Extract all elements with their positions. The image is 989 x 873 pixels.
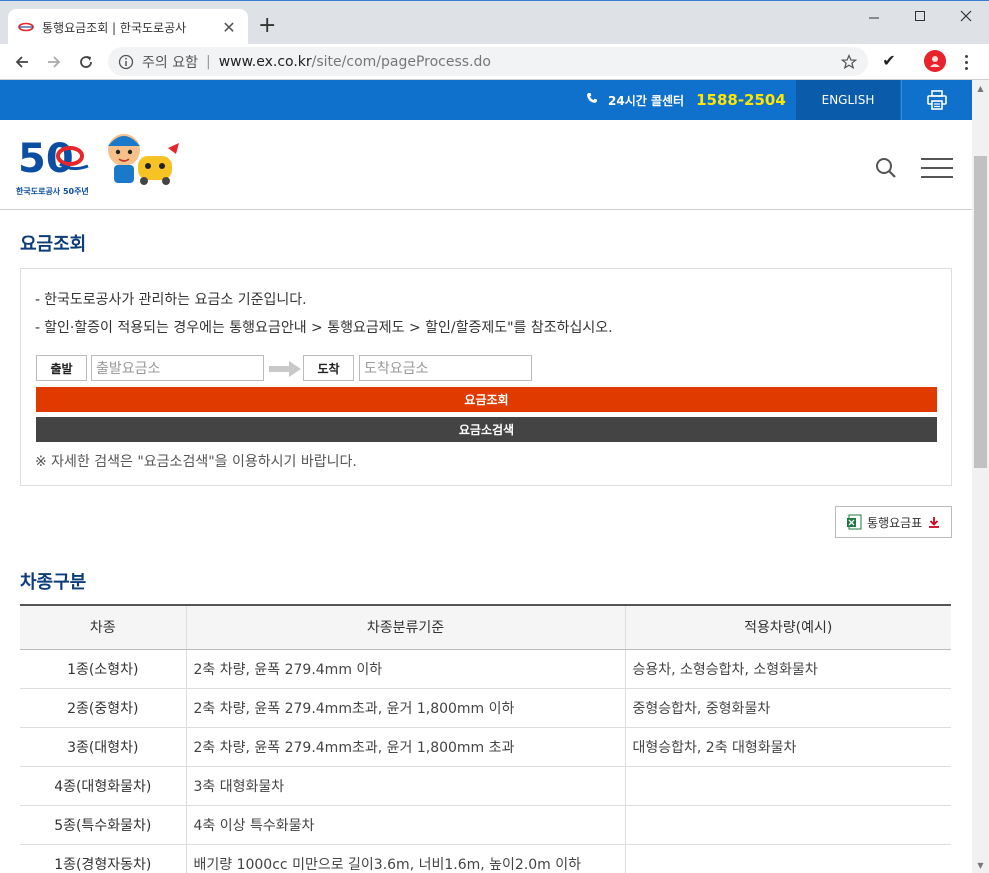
table-cell: 승용차, 소형승합차, 소형화물차 [625,649,951,689]
site-header: 50 한국도로공사 50주년 [0,120,972,210]
logo-50th-anniversary-icon: 50 [18,134,179,185]
arrive-input[interactable]: 도착요금소 [359,355,532,381]
table-cell: 1종(소형차) [20,649,187,689]
note-item: - 한국도로공사가 관리하는 요금소 기준입니다. [35,292,307,308]
table-cell: 3축 대형화물차 [186,766,626,806]
toll-table-label: 통행요금표 [867,515,923,530]
table-cell: 2축 차량, 윤폭 279.4mm초과, 윤거 1,800mm 이하 [186,688,626,728]
table-row: 5종(특수화물차) 4축 이상 특수화물차 [20,805,951,845]
table-cell [625,805,951,845]
menu-hamburger-icon[interactable] [921,158,953,178]
close-window-icon[interactable] [943,5,989,27]
top-utility-bar: 24시간 콜센터 1588-2504 ENGLISH [0,80,972,120]
vehicle-class-title: 차종구분 [20,572,87,593]
callcenter-label: 24시간 콜센터 [608,93,685,108]
english-link[interactable]: ENGLISH [796,80,900,120]
table-cell: 2축 차량, 윤폭 279.4mm 이하 [186,649,626,689]
table-cell: 3종(대형차) [20,727,187,767]
scrollbar-thumb[interactable] [974,156,987,468]
fee-search-button[interactable]: 요금조회 [36,387,937,412]
logo-number: 50 [18,136,74,182]
fee-search-title: 요금조회 [20,234,87,255]
depart-input[interactable]: 출발요금소 [91,355,264,381]
callcenter-info: 24시간 콜센터 1588-2504 [586,80,786,120]
download-icon [929,517,940,528]
arrive-label[interactable]: 도착 [303,355,354,381]
tollgate-search-button[interactable]: 요금소검색 [36,417,937,442]
page-scrollbar[interactable]: ▲ ▼ [972,80,989,873]
table-header-row: 차종 차종분류기준 적용차량(예시) [20,604,951,650]
table-row: 2종(중형차) 2축 차량, 윤폭 279.4mm초과, 윤거 1,800mm … [20,688,951,728]
security-label: 주의 요함 [142,54,198,71]
table-cell: 2축 차량, 윤폭 279.4mm초과, 윤거 1,800mm 초과 [186,727,626,767]
table-row: 1종(경형자동차) 배기량 1000cc 미만으로 길이3.6m, 너비1.6m… [20,844,951,873]
table-cell [625,844,951,873]
site-logo[interactable]: 50 한국도로공사 50주년 [16,128,181,200]
table-cell [625,766,951,806]
search-hint: ※ 자세한 검색은 "요금소검색"을 이용하시기 바랍니다. [35,454,357,470]
table-cell: 1종(경형자동차) [20,844,187,873]
browser-toolbar: 주의 요함 | www.ex.co.kr/site/com/pageProces… [0,44,989,80]
back-icon[interactable] [10,50,34,74]
note-item: - 할인·할증이 적용되는 경우에는 통행요금안내 > 통행요금제도 > 할인/할… [35,320,613,336]
maximize-icon[interactable] [897,5,943,27]
web-page: 24시간 콜센터 1588-2504 ENGLISH 50 한국도로공사 50주… [0,80,972,873]
address-separator: | [205,53,211,70]
reload-icon[interactable] [74,50,98,74]
column-header: 차종 [20,604,187,650]
fee-search-panel: - 한국도로공사가 관리하는 요금소 기준입니다. - 할인·할증이 적용되는 경우… [20,268,952,486]
table-cell: 대형승합차, 2축 대형화물차 [625,727,951,767]
phone-icon [586,92,598,108]
table-cell: 4축 이상 특수화물차 [186,805,626,845]
address-bar[interactable]: 주의 요함 | www.ex.co.kr/site/com/pageProces… [108,47,868,76]
column-header: 차종분류기준 [186,604,626,650]
table-row: 4종(대형화물차) 3축 대형화물차 [20,766,951,806]
logo-caption: 한국도로공사 50주년 [16,187,89,196]
browser-chrome: 통행요금조회 | 한국도로공사 ✕ + 주의 요함 | www.ex.co.kr… [0,0,989,80]
table-row: 3종(대형차) 2축 차량, 윤폭 279.4mm초과, 윤거 1,800mm … [20,727,951,767]
table-cell: 5종(특수화물차) [20,805,187,845]
browser-menu-icon[interactable] [958,51,974,73]
profile-avatar[interactable] [924,50,946,72]
table-cell: 배기량 1000cc 미만으로 길이3.6m, 너비1.6m, 높이2.0m 이… [186,844,626,873]
tab-close-icon[interactable]: ✕ [220,18,238,37]
url-host: www.ex.co.kr [218,53,312,70]
table-row: 1종(소형차) 2축 차량, 윤폭 279.4mm 이하 승용차, 소형승합차,… [20,649,951,689]
tab-strip: 통행요금조회 | 한국도로공사 ✕ + [0,0,989,45]
minimize-icon[interactable] [851,5,897,27]
table-cell: 4종(대형화물차) [20,766,187,806]
vehicle-class-table: 차종 차종분류기준 적용차량(예시) 1종(소형차) 2축 차량, 윤폭 279… [20,604,951,873]
table-cell: 2종(중형차) [20,688,187,728]
extension-check-icon[interactable]: ✔ [878,51,900,73]
tab-title: 통행요금조회 | 한국도로공사 [42,20,187,35]
arrow-right-icon [269,361,301,377]
excel-icon [847,514,862,530]
bookmark-star-icon[interactable] [838,51,860,73]
toll-table-download-button[interactable]: 통행요금표 [835,506,952,538]
print-icon[interactable] [901,80,972,120]
url-path: /site/com/pageProcess.do [311,53,491,70]
forward-icon[interactable] [42,50,66,74]
callcenter-number[interactable]: 1588-2504 [696,91,786,109]
browser-tab[interactable]: 통행요금조회 | 한국도로공사 ✕ [8,9,248,45]
new-tab-icon[interactable]: + [258,13,276,39]
note-text: 한국도로공사가 관리하는 요금소 기준입니다. [44,292,307,308]
table-cell: 중형승합차, 중형화물차 [625,688,951,728]
depart-label[interactable]: 출발 [36,355,87,381]
search-icon[interactable] [874,156,898,180]
scroll-up-icon[interactable]: ▲ [972,80,989,96]
ex-logo-icon [18,19,34,35]
scroll-down-icon[interactable]: ▼ [972,857,989,873]
column-header: 적용차량(예시) [625,604,951,650]
note-text: 할인·할증이 적용되는 경우에는 통행요금안내 > 통행요금제도 > 할인/할증… [44,320,613,336]
info-icon[interactable] [118,54,134,70]
